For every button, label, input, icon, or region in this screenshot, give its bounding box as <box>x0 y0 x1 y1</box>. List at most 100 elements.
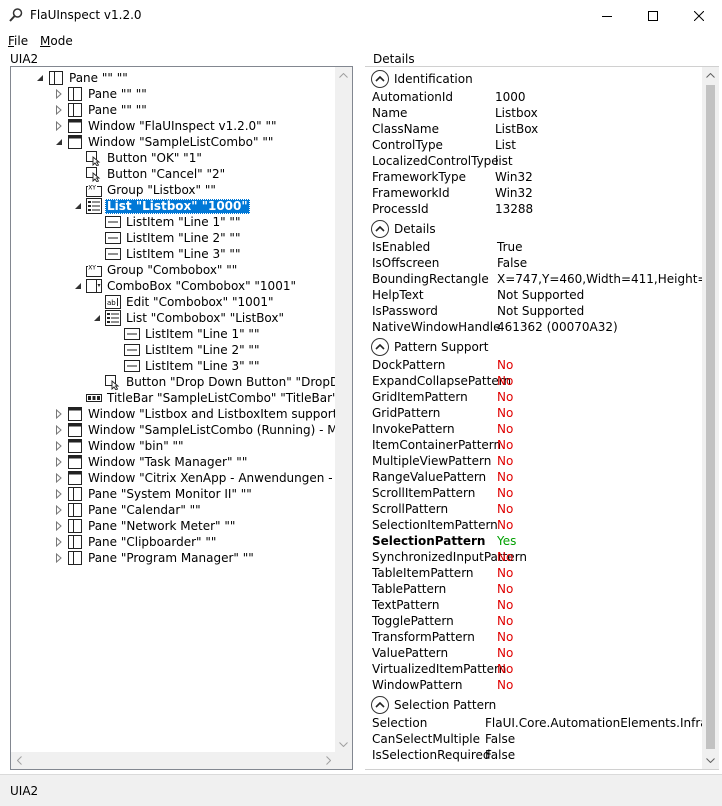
tree-node[interactable]: Pane "System Monitor II" "" <box>54 486 254 502</box>
tree-node[interactable]: Pane "Clipboarder" "" <box>54 534 218 550</box>
tree-node[interactable]: Button "Drop Down Button" "DropDown" <box>92 374 337 390</box>
property-name: IsEnabled <box>372 240 431 254</box>
property-value: No <box>497 678 514 692</box>
tree-node[interactable]: Button "Cancel" "2" <box>73 166 227 182</box>
tree-node-label: Pane "Program Manager" "" <box>88 550 254 565</box>
collapsed-arrow-icon[interactable] <box>54 534 64 550</box>
tree-node[interactable]: XY Group "Listbox" "" <box>73 182 218 198</box>
tree-node[interactable]: ComboBox "Combobox" "1001" <box>73 278 298 294</box>
scroll-thumb[interactable] <box>706 85 715 749</box>
scroll-down-icon[interactable] <box>335 736 352 753</box>
collapsed-arrow-icon[interactable] <box>54 502 64 518</box>
tree-node[interactable]: ListItem "Line 2" "" <box>92 230 242 246</box>
tree-node[interactable]: List "Combobox" "ListBox" <box>92 310 286 326</box>
tree-node[interactable]: ListItem "Line 3" "" <box>111 358 261 374</box>
close-button[interactable] <box>676 0 722 32</box>
expanded-arrow-icon[interactable] <box>73 198 83 214</box>
tree-node-label: Window "Task Manager" "" <box>88 454 248 469</box>
tree-node[interactable]: Window "Listbox and ListboxItem support … <box>54 406 337 422</box>
tree-node[interactable]: ListItem "Line 2" "" <box>111 342 261 358</box>
tree-node[interactable]: TitleBar "SampleListCombo" "TitleBar" <box>73 390 337 406</box>
tree-node[interactable]: Pane "" "" <box>35 70 130 86</box>
tree-node-label: Window "FlaUInspect v1.2.0" "" <box>88 118 277 133</box>
collapsed-arrow-icon[interactable] <box>54 118 64 134</box>
collapsed-arrow-icon[interactable] <box>54 454 64 470</box>
property-value: No <box>497 518 514 532</box>
minimize-button[interactable] <box>584 0 630 32</box>
tree-node[interactable]: ListItem "Line 1" "" <box>92 214 242 230</box>
collapse-chevron-icon[interactable] <box>371 220 389 238</box>
property-value: ListBox <box>495 122 539 136</box>
tree-node[interactable]: XY Group "Combobox" "" <box>73 262 239 278</box>
property-value: 13288 <box>495 202 534 216</box>
tree-node[interactable]: List "Listbox" "1000" <box>73 198 250 214</box>
collapse-chevron-icon[interactable] <box>371 338 389 356</box>
expanded-arrow-icon[interactable] <box>54 134 64 150</box>
tree-node[interactable]: ListItem "Line 1" "" <box>111 326 261 342</box>
collapsed-arrow-icon[interactable] <box>54 486 64 502</box>
collapsed-arrow-icon[interactable] <box>54 470 64 486</box>
tree-node[interactable]: Window "SampleListCombo" "" <box>54 134 275 150</box>
tree-horizontal-scrollbar[interactable] <box>11 752 337 769</box>
property-row: FrameworkId Win32 <box>372 186 702 202</box>
property-value: X=747,Y=460,Width=411,Height=99 <box>497 272 719 286</box>
collapsed-arrow-icon[interactable] <box>54 438 64 454</box>
property-name: ItemContainerPattern <box>372 438 502 452</box>
collapsed-arrow-icon[interactable] <box>54 406 64 422</box>
scroll-up-icon[interactable] <box>702 67 719 84</box>
tree-node[interactable]: Pane "Program Manager" "" <box>54 550 256 566</box>
tree-node-label: Window "bin" "" <box>88 438 184 453</box>
tree-node-label: Window "Listbox and ListboxItem support … <box>88 406 337 421</box>
expanded-arrow-icon[interactable] <box>73 278 83 294</box>
tree-node[interactable]: ListItem "Line 3" "" <box>92 246 242 262</box>
collapse-chevron-icon[interactable] <box>371 696 389 714</box>
property-value: 461362 (00070A32) <box>497 320 618 334</box>
menu-mode-accesskey: M <box>40 34 51 48</box>
tree-node[interactable]: ab Edit "Combobox" "1001" <box>92 294 276 310</box>
section-header[interactable]: Selection Pattern <box>371 695 496 715</box>
scroll-left-icon[interactable] <box>11 752 28 769</box>
section-header[interactable]: Identification <box>371 69 473 89</box>
property-value: 1000 <box>495 90 526 104</box>
tree-node[interactable]: Window "Citrix XenApp - Anwendungen - In… <box>54 470 337 486</box>
tree-node[interactable]: Window "bin" "" <box>54 438 186 454</box>
property-name: ExpandCollapsePattern <box>372 374 512 388</box>
menu-mode[interactable]: Mode <box>40 34 73 48</box>
tree-node[interactable]: Pane "" "" <box>54 102 149 118</box>
tree-node[interactable]: Button "OK" "1" <box>73 150 204 166</box>
group-icon: XY <box>86 262 102 278</box>
collapsed-arrow-icon[interactable] <box>54 422 64 438</box>
section-header[interactable]: Pattern Support <box>371 337 488 357</box>
collapse-chevron-icon[interactable] <box>371 70 389 88</box>
tree-vertical-scrollbar[interactable] <box>335 67 352 753</box>
svg-text:ab: ab <box>107 299 116 307</box>
property-row: DockPattern No <box>372 358 702 374</box>
scroll-down-icon[interactable] <box>702 752 719 769</box>
property-row: TransformPattern No <box>372 630 702 646</box>
collapsed-arrow-icon[interactable] <box>54 102 64 118</box>
collapsed-arrow-icon[interactable] <box>54 550 64 566</box>
details-vertical-scrollbar[interactable] <box>702 67 719 769</box>
tree-node[interactable]: Window "FlaUInspect v1.2.0" "" <box>54 118 279 134</box>
expanded-arrow-icon[interactable] <box>35 70 45 86</box>
section-header[interactable]: Details <box>371 219 436 239</box>
collapsed-arrow-icon[interactable] <box>54 518 64 534</box>
tree-node[interactable]: Pane "" "" <box>54 86 149 102</box>
scroll-up-icon[interactable] <box>335 67 352 84</box>
tree-node-label: Edit "Combobox" "1001" <box>126 294 274 309</box>
property-value: No <box>497 422 514 436</box>
expanded-arrow-icon[interactable] <box>92 310 102 326</box>
tree-node[interactable]: Pane "Network Meter" "" <box>54 518 237 534</box>
tree-node[interactable]: Window "SampleListCombo (Running) - Micr… <box>54 422 337 438</box>
menu-file[interactable]: File <box>8 34 28 48</box>
property-value: No <box>497 582 514 596</box>
element-tree[interactable]: Pane "" "" Pane "" "" Pane "" "" Window "Fl… <box>10 66 353 770</box>
tree-node[interactable]: Window "Task Manager" "" <box>54 454 249 470</box>
tree-node[interactable]: Pane "Calendar" "" <box>54 502 203 518</box>
maximize-button[interactable] <box>630 0 676 32</box>
property-row: InvokePattern No <box>372 422 702 438</box>
window-icon <box>67 422 83 438</box>
panel-splitter[interactable] <box>356 52 362 774</box>
collapsed-arrow-icon[interactable] <box>54 86 64 102</box>
